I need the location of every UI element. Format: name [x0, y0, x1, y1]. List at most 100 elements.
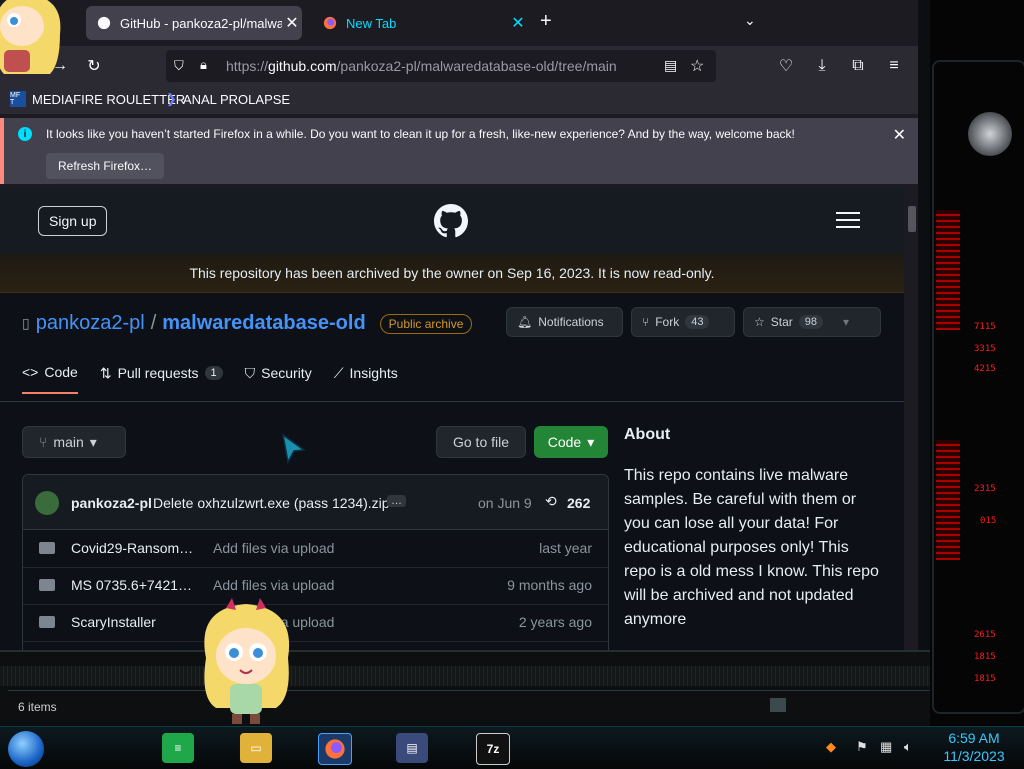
- commit-date: on Jun 9: [478, 495, 532, 511]
- notifications-button[interactable]: 🔔︎ Notifications: [506, 307, 623, 337]
- visibility-badge: Public archive: [379, 313, 473, 334]
- file-name[interactable]: ScaryInstaller: [71, 614, 196, 630]
- close-icon[interactable]: ✕: [893, 125, 906, 145]
- repo-owner-link[interactable]: pankoza2-pl: [36, 312, 145, 335]
- tab-close-icon[interactable]: ✕: [508, 13, 528, 33]
- firefox-icon: [322, 15, 338, 31]
- table-row[interactable]: Covid29-Ransom… Add files via upload las…: [23, 530, 608, 568]
- tab-pull-requests[interactable]: ⇅ Pull requests 1: [100, 364, 223, 394]
- download-icon[interactable]: ⤓: [810, 54, 834, 78]
- clock-date: 11/3/2023: [943, 748, 1005, 764]
- firefox-taskbar-icon[interactable]: [318, 733, 352, 765]
- pocket-icon[interactable]: ♡: [774, 54, 798, 78]
- notification-message: It looks like you haven’t started Firefo…: [46, 127, 795, 141]
- branch-icon: ⑂: [39, 434, 48, 450]
- branch-selector[interactable]: ⑂ main ▾: [22, 426, 126, 458]
- bookmark-mediafire[interactable]: MF T MEDIAFIRE ROULETTER: [10, 91, 185, 107]
- code-button[interactable]: Code ▾: [534, 426, 608, 458]
- file-commit-message[interactable]: Add files via upload: [213, 577, 334, 593]
- readout: 1815: [974, 674, 996, 684]
- cartoon-character-sticker: [196, 598, 296, 729]
- url-text[interactable]: https://github.com/pankoza2-pl/malwareda…: [226, 58, 617, 74]
- file-name[interactable]: MS 0735.6+7421…: [71, 577, 196, 593]
- tab-github[interactable]: GitHub - pankoza2-pl/malware ✕: [86, 6, 302, 40]
- file-date: last year: [539, 540, 592, 556]
- divider: [8, 690, 930, 691]
- flag-icon[interactable]: ⚑: [856, 739, 868, 755]
- page-scrollbar[interactable]: [904, 188, 918, 650]
- star-label: Star: [770, 315, 793, 329]
- pr-count: 1: [204, 366, 223, 380]
- chevron-down-icon[interactable]: ▾: [843, 315, 849, 329]
- star-button[interactable]: ☆ Star 98 ▾: [743, 307, 881, 337]
- readout: 4215: [974, 364, 996, 374]
- notification-bar: i It looks like you haven’t started Fire…: [0, 118, 918, 184]
- avatar[interactable]: [35, 491, 59, 515]
- view-toggle-icon[interactable]: [770, 698, 786, 712]
- file-name[interactable]: Covid29-Ransom…: [71, 540, 196, 556]
- go-to-file-button[interactable]: Go to file: [436, 426, 526, 458]
- lock-icon[interactable]: 🔒︎: [200, 57, 207, 73]
- red-meter: [936, 210, 960, 330]
- fork-button[interactable]: ⑂ Fork 43: [631, 307, 735, 337]
- system-clock[interactable]: 6:59 AM 11/3/2023: [936, 729, 1012, 765]
- star-count: 98: [798, 315, 824, 329]
- bookmark-anal-prolapse[interactable]: ❯ ANAL PROLAPSE: [166, 91, 290, 107]
- tab-label: New Tab: [346, 15, 397, 31]
- file-date: 2 years ago: [518, 614, 592, 630]
- file-explorer-icon[interactable]: ▭: [240, 733, 272, 763]
- sevenzip-icon[interactable]: 7z: [476, 733, 510, 765]
- control-panel-icon[interactable]: ▤: [396, 733, 428, 763]
- cartoon-character-sticker: [0, 0, 64, 85]
- fork-count: 43: [685, 315, 710, 329]
- star-bookmark-icon[interactable]: ☆: [690, 56, 704, 76]
- commit-author[interactable]: pankoza2-pl: [71, 495, 152, 511]
- github-header: Sign up: [0, 188, 904, 254]
- commit-message[interactable]: Delete oxhzulzwrt.exe (pass 1234).zip: [153, 495, 390, 511]
- signup-button[interactable]: Sign up: [38, 206, 108, 236]
- commit-expand-button[interactable]: …: [387, 495, 406, 507]
- repo-name-link[interactable]: malwaredatabase-old: [162, 312, 365, 335]
- info-icon: i: [18, 127, 32, 141]
- tab-insights[interactable]: ⟋ Insights: [334, 364, 398, 394]
- tab-new-tab[interactable]: New Tab ✕: [312, 6, 528, 40]
- commit-count[interactable]: 262: [567, 495, 590, 511]
- new-tab-button[interactable]: +: [540, 10, 552, 33]
- network-icon[interactable]: ▦: [880, 739, 892, 755]
- volume-icon[interactable]: 🔈︎: [904, 739, 912, 755]
- red-meter: [936, 440, 960, 560]
- firefox-window: GitHub - pankoza2-pl/malware ✕ New Tab ✕…: [0, 0, 918, 650]
- tray-app-icon[interactable]: ◆: [826, 739, 836, 755]
- tab-code[interactable]: <> Code: [22, 364, 78, 394]
- chevron-down-icon: ▾: [89, 433, 97, 450]
- table-row[interactable]: MS 0735.6+7421… Add files via upload 9 m…: [23, 567, 608, 605]
- github-logo-icon[interactable]: [434, 204, 468, 243]
- refresh-firefox-button[interactable]: Refresh Firefox…: [46, 153, 165, 179]
- tab-security[interactable]: ⛉ Security: [245, 364, 312, 394]
- history-icon[interactable]: ⟲: [545, 493, 557, 510]
- extensions-icon[interactable]: ⧉: [846, 54, 870, 78]
- panel-frame: [932, 60, 1024, 714]
- bookmark-label: MEDIAFIRE ROULETTER: [32, 91, 186, 107]
- tab-close-icon[interactable]: ✕: [282, 13, 302, 33]
- fork-icon: ⑂: [642, 315, 650, 329]
- menu-icon[interactable]: ≡: [882, 54, 906, 78]
- file-commit-message[interactable]: Add files via upload: [213, 540, 334, 556]
- tab-label: Code: [44, 364, 78, 380]
- table-row[interactable]: ScaryInstaller Add files via upload 2 ye…: [23, 604, 608, 642]
- tab-list-button[interactable]: ⌄: [744, 12, 756, 29]
- scrollbar-thumb[interactable]: [908, 206, 916, 232]
- taskbar: ≡ ▭ ▤ 7z ◆ ⚑ ▦ 🔈︎ 6:59 AM 11/3/2023: [0, 726, 1024, 769]
- bookmarks-toolbar: MF T MEDIAFIRE ROULETTER ❯ ANAL PROLAPSE: [0, 86, 918, 114]
- notes-app-icon[interactable]: ≡: [162, 733, 194, 763]
- url-bar[interactable]: ⛉ 🔒︎ https://github.com/pankoza2-pl/malw…: [166, 50, 716, 82]
- reload-icon[interactable]: ↻: [82, 54, 106, 78]
- shield-icon[interactable]: ⛉: [174, 58, 184, 74]
- repo-tabs: <> Code ⇅ Pull requests 1 ⛉ Security ⟋ I…: [22, 364, 398, 394]
- url-prefix: https://: [226, 58, 269, 74]
- hamburger-menu-icon[interactable]: [836, 212, 860, 233]
- readout: 015: [980, 516, 997, 526]
- reader-view-icon[interactable]: ▤: [664, 57, 677, 74]
- about-title: About: [624, 426, 671, 443]
- start-button[interactable]: [8, 731, 44, 767]
